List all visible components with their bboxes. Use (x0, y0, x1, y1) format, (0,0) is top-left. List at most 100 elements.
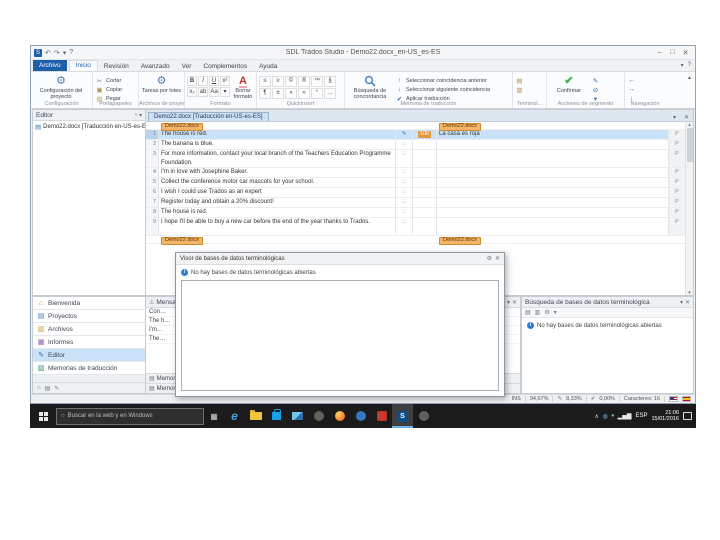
redo-icon[interactable]: ↷ (54, 49, 60, 57)
toolbar-icon[interactable]: ⚙ (544, 309, 549, 316)
format-button[interactable]: x² (220, 76, 230, 86)
panel-pin-icon[interactable]: ▾ (139, 112, 142, 119)
document-tab[interactable]: Demo22.docx [Traducción en-US-es-ES] (148, 112, 269, 121)
tab-close-icon[interactable]: ✕ (680, 114, 693, 121)
toolbar-icon[interactable]: ▥ (535, 309, 541, 316)
format-button[interactable]: ▾ (220, 87, 230, 97)
source-cell[interactable]: I'm in love with Josephine Baker. (159, 168, 396, 177)
segment-row[interactable]: 3 For more information, contact your loc… (146, 150, 685, 168)
undo-icon[interactable]: ↶ (45, 49, 51, 57)
copy-button[interactable]: ▣ Copiar (95, 85, 122, 94)
quickinsert-symbol-button[interactable]: ® (298, 76, 310, 87)
source-cell[interactable]: I hope I'll be able to buy a new car bef… (159, 218, 396, 235)
clear-format-button[interactable]: A Borrar formato (232, 74, 254, 100)
scrollbar-thumb[interactable] (686, 128, 693, 162)
nav-item[interactable]: ▦ Informes (33, 336, 145, 349)
quickinsert-symbol-button[interactable]: § (324, 76, 336, 87)
task-view-button[interactable]: ▦ (204, 412, 224, 421)
navigation-button[interactable]: ← (627, 76, 636, 85)
ribbon-help-icon[interactable]: ? (688, 62, 691, 69)
quickinsert-symbol-button[interactable]: ™ (311, 76, 323, 87)
target-cell[interactable]: La casa es roja (437, 130, 669, 139)
vertical-scrollbar[interactable]: ▲ ▼ (685, 122, 693, 295)
tab-dropdown-icon[interactable]: ▾ (669, 114, 680, 121)
notification-center-icon[interactable] (683, 412, 692, 420)
target-cell[interactable] (437, 140, 669, 149)
target-cell[interactable] (437, 150, 669, 167)
taskbar-app-icon[interactable] (371, 404, 392, 428)
source-cell[interactable]: The banana is blue. (159, 140, 396, 149)
ribbon-tab[interactable]: Ver (176, 62, 198, 71)
ribbon-tab[interactable]: Complementos (197, 62, 253, 71)
target-cell[interactable] (437, 188, 669, 197)
tray-icon[interactable]: ● (611, 413, 615, 420)
format-button[interactable]: B (187, 76, 197, 86)
confirm-button[interactable]: ✔ Confirmar (549, 74, 589, 100)
ribbon-style-icon[interactable]: ▾ (681, 62, 684, 69)
tray-clock[interactable]: 21:06 15/01/2016 (651, 410, 679, 423)
segment-row[interactable]: 4 I'm in love with Josephine Baker. □ P (146, 168, 685, 178)
target-cell[interactable] (437, 218, 669, 235)
tray-icon[interactable]: ▂▅▇ (618, 413, 632, 420)
batch-tasks-button[interactable]: ⚙ Tareas por lotes (141, 74, 182, 100)
panel-close-icon[interactable]: ✕ (512, 299, 517, 306)
quickinsert-symbol-button[interactable]: © (285, 76, 297, 87)
taskbar-app-icon[interactable] (350, 404, 371, 428)
quickinsert-symbol-button[interactable]: ¶ (259, 88, 271, 99)
ribbon-tab[interactable]: Revisión (98, 62, 135, 71)
quickinsert-symbol-button[interactable]: ° (311, 88, 323, 99)
source-cell[interactable]: Register today and obtain a 20% discount… (159, 198, 396, 207)
taskbar-app-icon[interactable]: e (224, 404, 245, 428)
format-button[interactable]: ab (198, 87, 208, 97)
panel-pin-icon[interactable]: ▾ (507, 299, 510, 306)
source-cell[interactable]: For more information, contact your local… (159, 150, 396, 167)
terminology-button[interactable]: ▤ (515, 76, 524, 85)
nav-item[interactable]: ✎ Editor (33, 349, 145, 362)
close-button[interactable]: ✕ (679, 49, 692, 57)
segment-row[interactable]: 7 Register today and obtain a 20% discou… (146, 198, 685, 208)
maximize-button[interactable]: □ (666, 49, 679, 56)
taskbar-app-icon[interactable] (266, 404, 287, 428)
tm-command-button[interactable]: ↓ Seleccionar siguiente coincidencia (395, 85, 490, 94)
nav-footer-icon[interactable]: ✎ (54, 385, 59, 392)
format-button[interactable]: I (198, 76, 208, 86)
nav-footer-icon[interactable]: ▤ (45, 385, 51, 392)
toolbar-icon[interactable]: ▤ (525, 309, 531, 316)
panel-collapse-icon[interactable]: ‹ (135, 112, 137, 118)
taskbar-app-icon[interactable] (413, 404, 434, 428)
target-cell[interactable] (437, 178, 669, 187)
source-cell[interactable]: The house is red. (159, 130, 396, 139)
segment-action-button[interactable]: ⊘ (591, 85, 600, 94)
segment-row[interactable]: 6 I wish I could use Trados as an expert… (146, 188, 685, 198)
tray-language-indicator[interactable]: ESP (635, 413, 647, 419)
concordance-search-button[interactable]: Búsqueda de concordancia (347, 74, 393, 100)
quickinsert-symbol-button[interactable]: » (298, 88, 310, 99)
dialog-close-icon[interactable]: ✕ (495, 255, 500, 262)
quickinsert-symbol-button[interactable]: ≤ (259, 76, 271, 87)
ribbon-tab[interactable]: Ayuda (253, 62, 283, 71)
source-cell[interactable]: I wish I could use Trados as an expert (159, 188, 396, 197)
ribbon-tab[interactable]: Archivo (33, 60, 67, 71)
segment-row[interactable]: 1 The house is red. ✎ 100 La casa es roj… (146, 130, 685, 140)
toolbar-icon[interactable]: ▾ (554, 309, 557, 316)
source-cell[interactable]: Collect the conference motor car mascots… (159, 178, 396, 187)
taskbar-app-icon[interactable] (308, 404, 329, 428)
segment-row[interactable]: 5 Collect the conference motor car masco… (146, 178, 685, 188)
format-button[interactable]: x₂ (187, 87, 197, 97)
taskbar-app-icon[interactable] (245, 404, 266, 428)
quick-access-dropdown-icon[interactable]: ▾ (63, 49, 67, 57)
tray-icon[interactable]: ◍ (603, 413, 608, 420)
format-button[interactable]: U (209, 76, 219, 86)
ribbon-tab[interactable]: Inicio (68, 60, 98, 71)
ribbon-tab[interactable]: Avanzado (135, 62, 176, 71)
source-cell[interactable]: The house is red. (159, 208, 396, 217)
dialog-gear-icon[interactable]: ⚙ (487, 255, 492, 262)
taskbar-app-icon[interactable]: S (392, 404, 413, 428)
scroll-down-icon[interactable]: ▼ (687, 290, 691, 295)
taskbar-app-icon[interactable] (287, 404, 308, 428)
nav-item[interactable]: ⌂ Bienvenida (33, 297, 145, 310)
scroll-up-icon[interactable]: ▲ (687, 122, 691, 127)
nav-item[interactable]: ▥ Archivos (33, 323, 145, 336)
terminology-button[interactable]: ▥ (515, 85, 524, 94)
nav-item[interactable]: ▧ Memorias de traducción (33, 362, 145, 375)
